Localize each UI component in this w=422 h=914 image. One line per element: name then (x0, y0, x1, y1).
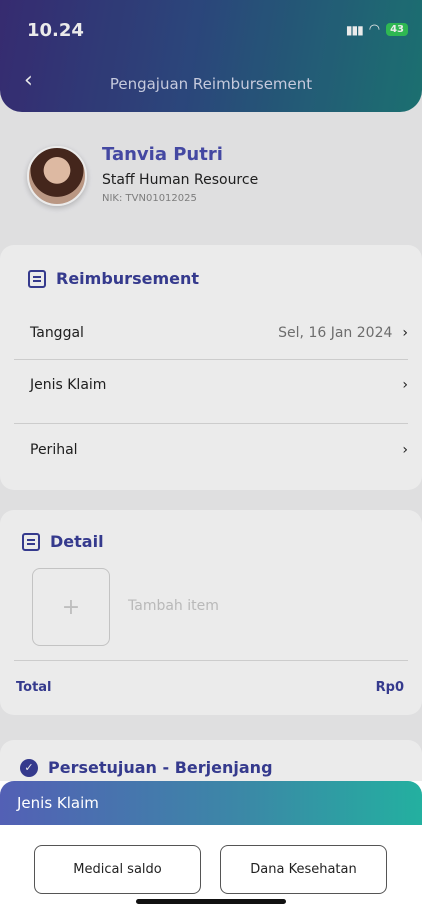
home-indicator (136, 899, 286, 904)
dim-overlay[interactable] (0, 0, 422, 914)
app-screen: 10.24 ▮▮▮ ◠ 43 ‹ Pengajuan Reimbursement… (0, 0, 422, 914)
bottom-sheet: Jenis Klaim Medical saldo Dana Kesehatan (0, 781, 422, 914)
sheet-title: Jenis Klaim (0, 781, 422, 825)
option-dana-kesehatan[interactable]: Dana Kesehatan (220, 845, 387, 894)
option-medical-saldo[interactable]: Medical saldo (34, 845, 201, 894)
